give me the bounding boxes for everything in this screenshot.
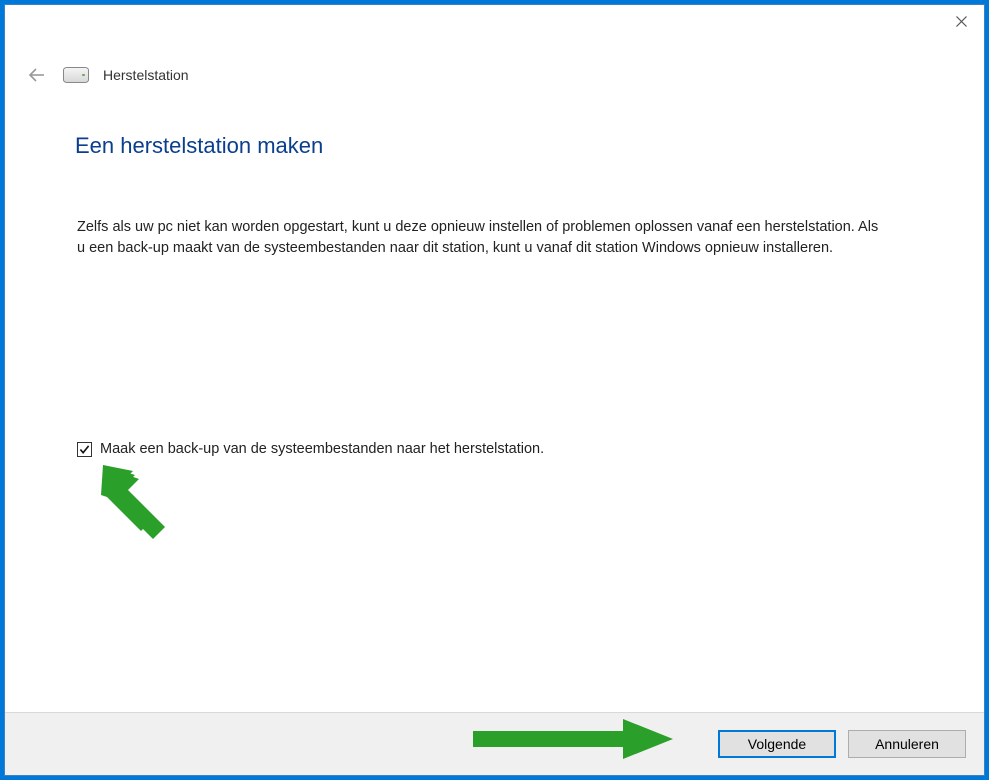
wizard-name-label: Herstelstation	[103, 67, 189, 83]
next-button[interactable]: Volgende	[718, 730, 836, 758]
close-button[interactable]	[938, 5, 984, 37]
back-button[interactable]	[25, 63, 49, 87]
page-title: Een herstelstation maken	[75, 133, 323, 159]
wizard-header: Herstelstation	[25, 63, 189, 87]
back-arrow-icon	[27, 65, 47, 85]
annotation-arrow-checkbox	[95, 457, 185, 547]
backup-checkbox-label: Maak een back-up van de systeembestanden…	[100, 441, 544, 457]
backup-checkbox[interactable]	[77, 442, 92, 457]
cancel-button[interactable]: Annuleren	[848, 730, 966, 758]
body-text: Zelfs als uw pc niet kan worden opgestar…	[77, 217, 885, 258]
wizard-window: Herstelstation Een herstelstation maken …	[4, 4, 985, 776]
titlebar	[5, 5, 984, 37]
drive-icon	[63, 67, 89, 83]
close-icon	[956, 16, 967, 27]
backup-checkbox-row[interactable]: Maak een back-up van de systeembestanden…	[77, 441, 544, 457]
footer: Volgende Annuleren	[5, 713, 984, 775]
checkmark-icon	[79, 444, 90, 455]
